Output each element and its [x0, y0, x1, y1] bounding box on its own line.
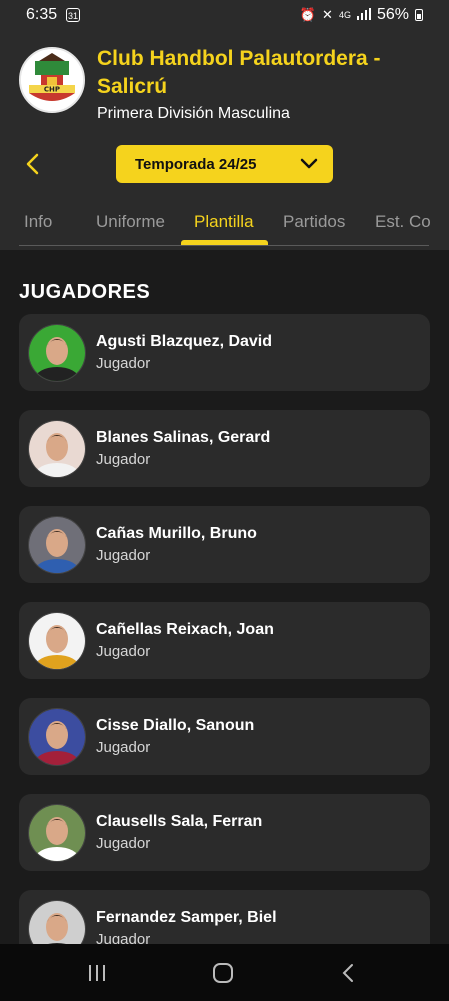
season-selector[interactable]: Temporada 24/25	[116, 145, 333, 183]
player-card[interactable]: Blanes Salinas, Gerard Jugador	[19, 410, 430, 487]
player-card[interactable]: Cañellas Reixach, Joan Jugador	[19, 602, 430, 679]
player-name: Cañellas Reixach, Joan	[96, 621, 274, 638]
club-header: CHP Club Handbol Palautordera - Salicrú …	[0, 30, 449, 250]
player-role: Jugador	[96, 547, 151, 564]
recent-apps-button[interactable]	[84, 960, 110, 986]
player-role: Jugador	[96, 451, 151, 468]
player-avatar	[28, 420, 86, 478]
system-nav-bar	[0, 944, 449, 1001]
tab-uniforme[interactable]: Uniforme	[96, 212, 165, 232]
mute-icon: ✕	[322, 7, 333, 22]
player-name: Cañas Murillo, Bruno	[96, 525, 257, 542]
player-role: Jugador	[96, 643, 151, 660]
home-button[interactable]	[210, 960, 236, 986]
player-name: Cisse Diallo, Sanoun	[96, 717, 255, 734]
player-photo	[29, 325, 85, 381]
division-label: Primera División Masculina	[97, 105, 290, 122]
tab-bar: Info Uniforme Plantilla Partidos Est. Co	[0, 206, 449, 248]
recent-apps-icon	[89, 965, 105, 981]
back-button[interactable]	[20, 150, 48, 178]
player-avatar	[28, 900, 86, 944]
player-name: Blanes Salinas, Gerard	[96, 429, 271, 446]
player-card[interactable]: Fernandez Samper, Biel Jugador	[19, 890, 430, 944]
back-nav-button[interactable]	[336, 960, 362, 986]
player-card[interactable]: Cisse Diallo, Sanoun Jugador	[19, 698, 430, 775]
player-avatar	[28, 516, 86, 574]
signal-icon	[356, 7, 371, 23]
player-avatar	[28, 804, 86, 862]
player-role: Jugador	[96, 739, 151, 756]
player-photo	[29, 709, 85, 765]
tab-plantilla[interactable]: Plantilla	[194, 212, 254, 232]
back-icon	[342, 964, 353, 982]
player-role: Jugador	[96, 931, 151, 944]
chevron-down-icon	[300, 158, 318, 169]
logo-text: CHP	[44, 86, 60, 94]
status-bar: 6:35 31 ⏰ ✕ 4G 56%	[0, 0, 449, 30]
alarm-icon: ⏰	[299, 7, 317, 22]
player-avatar	[28, 324, 86, 382]
club-logo: CHP	[19, 47, 85, 113]
player-photo	[29, 613, 85, 669]
season-label: Temporada 24/25	[135, 156, 257, 173]
player-name: Fernandez Samper, Biel	[96, 909, 277, 926]
club-name: Club Handbol Palautordera - Salicrú	[97, 47, 381, 98]
tab-partidos[interactable]: Partidos	[283, 212, 345, 232]
player-name: Clausells Sala, Ferran	[96, 813, 263, 830]
battery-icon	[415, 9, 423, 21]
player-avatar	[28, 612, 86, 670]
player-card[interactable]: Agusti Blazquez, David Jugador	[19, 314, 430, 391]
section-title: JUGADORES	[19, 281, 151, 303]
status-time: 6:35	[26, 6, 58, 23]
player-card[interactable]: Cañas Murillo, Bruno Jugador	[19, 506, 430, 583]
calendar-icon: 31	[66, 8, 80, 22]
player-card[interactable]: Clausells Sala, Ferran Jugador	[19, 794, 430, 871]
battery-percent: 56%	[376, 6, 409, 23]
player-avatar	[28, 708, 86, 766]
player-name: Agusti Blazquez, David	[96, 333, 273, 350]
player-photo	[29, 901, 85, 944]
tab-divider	[19, 245, 429, 246]
tab-active-indicator	[181, 240, 268, 245]
player-photo	[29, 421, 85, 477]
tab-estadisticas[interactable]: Est. Co	[375, 212, 431, 232]
player-role: Jugador	[96, 835, 151, 852]
player-role: Jugador	[96, 355, 151, 372]
chevron-left-icon	[26, 153, 39, 175]
player-list: Agusti Blazquez, David Jugador Blanes Sa…	[19, 314, 430, 944]
home-icon	[213, 963, 233, 983]
tab-info[interactable]: Info	[24, 212, 52, 232]
player-photo	[29, 517, 85, 573]
player-photo	[29, 805, 85, 861]
network-icon: 4G	[338, 10, 351, 20]
